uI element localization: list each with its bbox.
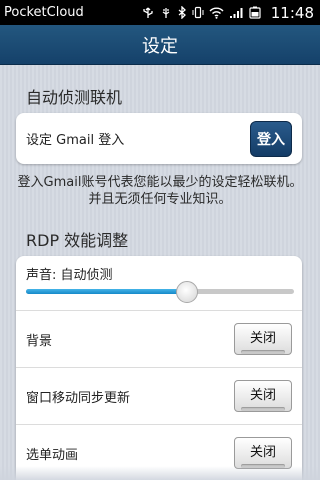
signal-icon [229,7,243,19]
gmail-login-label: 设定 Gmail 登入 [26,133,125,148]
status-icons: 11:48 [141,4,314,22]
login-button[interactable]: 登入 [250,120,292,157]
gmail-info-line-2: 并且无须任何专业知识。 [88,192,232,207]
setting-row-window-drag: 窗口移动同步更新 关闭 [16,367,302,424]
gmail-info-text: 登入Gmail账号代表您能以最少的设定轻松联机。 并且无须任何专业知识。 [0,174,320,208]
gmail-info-line-1: 登入Gmail账号代表您能以最少的设定轻松联机。 [17,175,303,190]
window-drag-toggle[interactable]: 关闭 [234,380,292,412]
wifi-icon [209,7,224,19]
status-app-name: PocketCloud [4,5,84,20]
background-label: 背景 [26,333,53,349]
sound-slider-fill [26,289,187,294]
sound-row: 声音: 自动侦测 [16,256,302,310]
usb-debug-icon [160,7,172,19]
gmail-login-row: 设定 Gmail 登入 登入 [16,113,302,164]
sound-label: 声音: 自动侦测 [26,268,113,283]
page-title: 设定 [142,35,178,57]
menu-animation-toggle-label: 关闭 [249,445,276,460]
status-bar: PocketCloud 11:48 [0,0,320,25]
scroll-fade [0,466,320,480]
rdp-section-title: RDP 效能调整 [26,231,129,250]
setting-row-background: 背景 关闭 [16,310,302,367]
background-toggle[interactable]: 关闭 [234,323,292,355]
menu-animation-toggle[interactable]: 关闭 [234,437,292,469]
sound-slider[interactable] [26,281,294,303]
sound-slider-thumb[interactable] [175,281,198,303]
menu-animation-label: 选单动画 [26,447,79,463]
window-drag-toggle-label: 关闭 [249,388,276,403]
title-bar: 设定 [0,25,320,65]
gmail-login-card: 设定 Gmail 登入 登入 [16,113,302,164]
battery-icon [248,6,262,19]
rdp-settings-card: 声音: 自动侦测 背景 关闭 窗口移动同步更新 关闭 选单动画 关闭 [16,256,302,480]
usb-icon [141,7,155,19]
auto-connect-section-title: 自动侦测联机 [26,88,123,107]
vibrate-icon [192,6,204,19]
window-drag-toggle-indicator [241,407,285,411]
window-drag-label: 窗口移动同步更新 [26,390,131,406]
background-toggle-indicator [241,350,285,354]
status-clock: 11:48 [270,3,314,22]
bluetooth-icon [177,6,187,19]
background-toggle-label: 关闭 [249,331,276,346]
